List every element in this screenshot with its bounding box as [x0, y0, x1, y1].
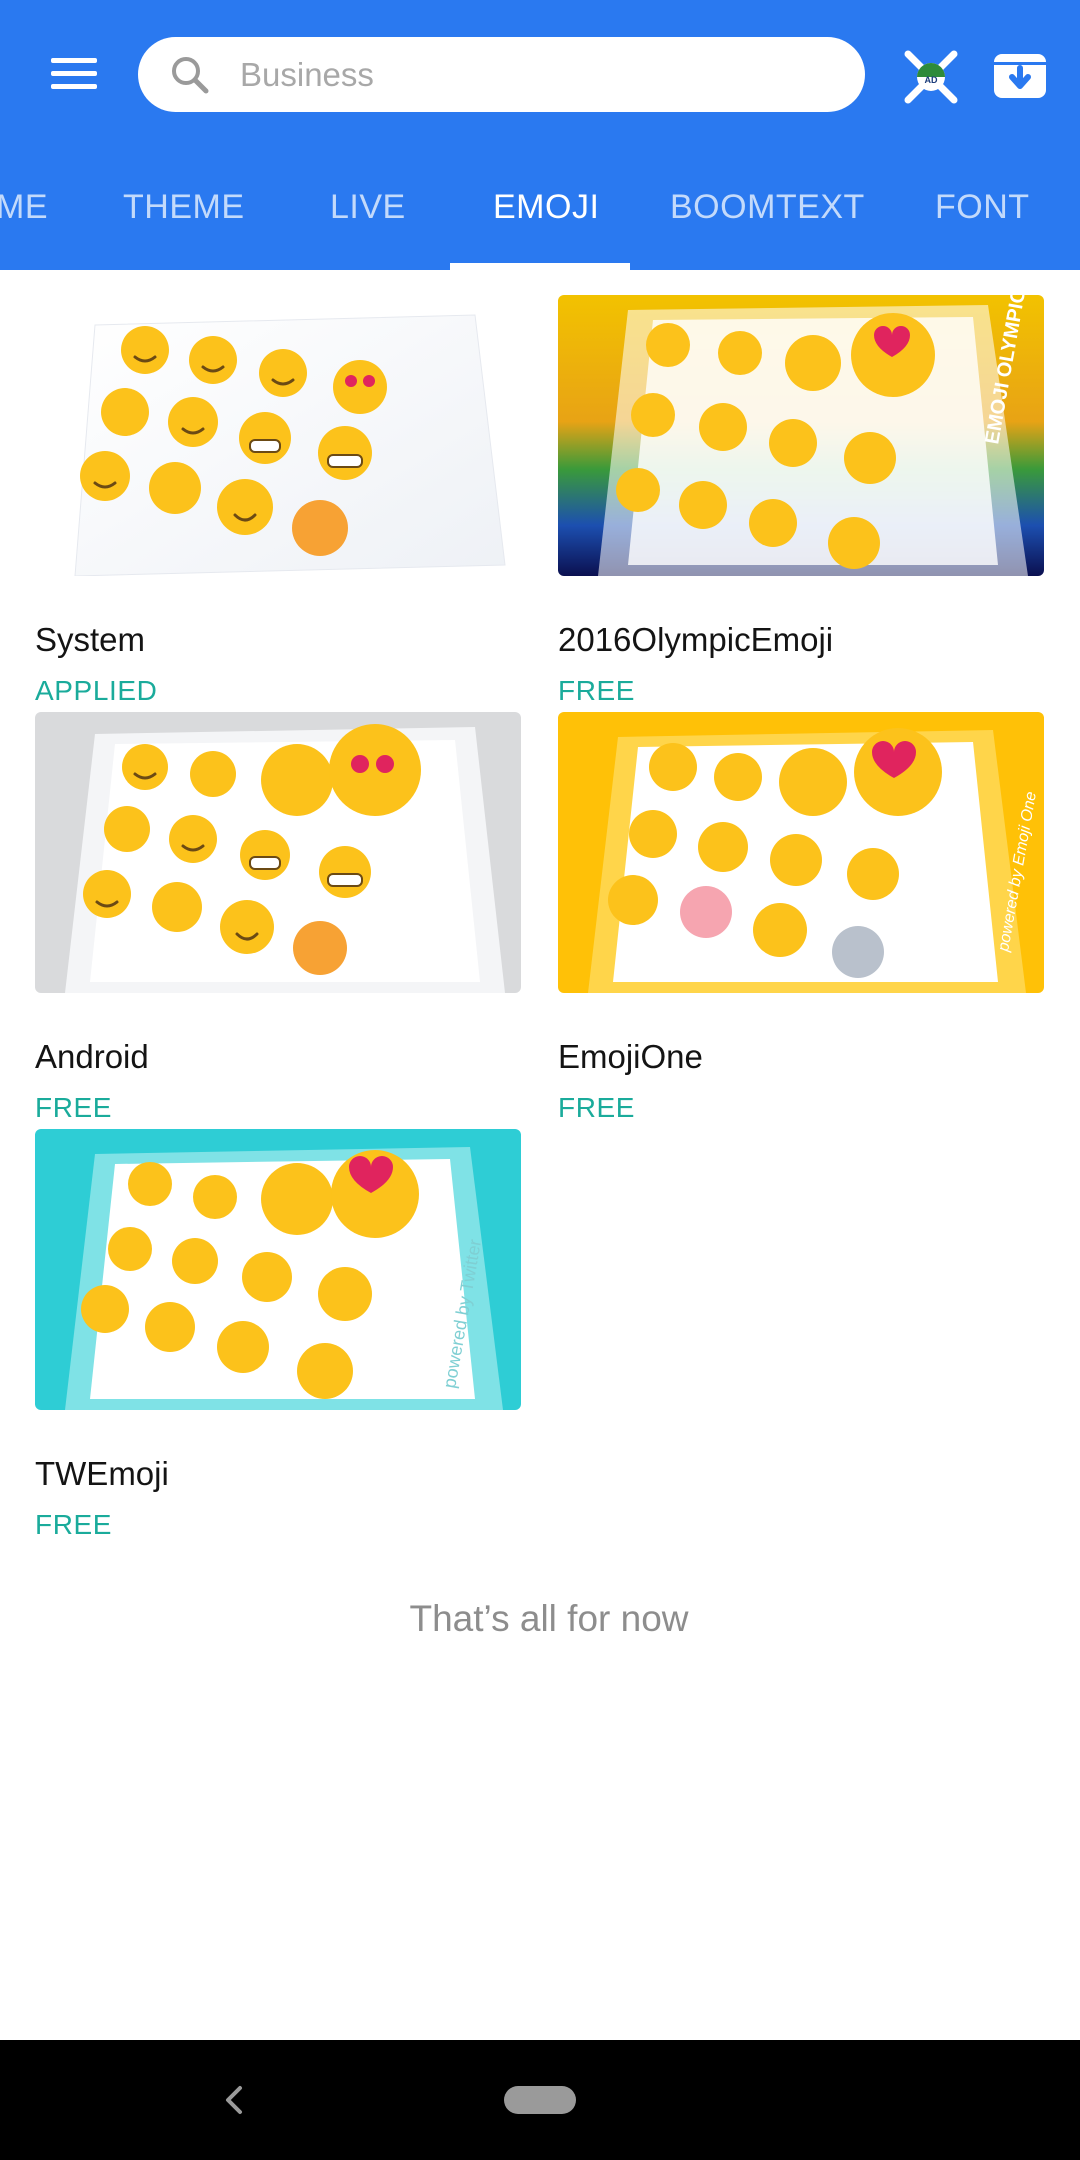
category-tabs: ME THEME LIVE EMOJI BOOMTEXT FONT — [0, 160, 1080, 270]
search-icon — [172, 57, 209, 94]
remove-ads-icon[interactable]: AD — [898, 46, 964, 106]
emoji-card-status: FREE — [558, 675, 636, 706]
tab-live[interactable]: LIVE — [330, 188, 406, 227]
emoji-card-title: 2016OlympicEmoji — [558, 621, 834, 658]
system-nav-bar — [0, 2040, 1080, 2160]
emoji-card-status: FREE — [35, 1092, 113, 1123]
tab-me[interactable]: ME — [0, 188, 48, 227]
tab-boomtext[interactable]: BOOMTEXT — [670, 188, 865, 227]
menu-button[interactable] — [40, 44, 110, 104]
app-bar: AD ME THEME LIVE EMOJI BOOMTEXT FONT — [0, 0, 1080, 270]
emoji-card-status: FREE — [558, 1092, 636, 1123]
emoji-card-title: Android — [35, 1038, 149, 1075]
end-of-list-note: That’s all for now — [409, 1598, 689, 1639]
emoji-preview-2016olympicemoji: EMOJI OLYMPICS — [558, 295, 1044, 576]
emoji-card-status: FREE — [35, 1509, 113, 1540]
emoji-preview-system — [35, 295, 521, 576]
tab-font[interactable]: FONT — [935, 188, 1030, 227]
search-bar[interactable] — [138, 37, 865, 112]
emoji-preview-twemoji: powered by Twitter — [35, 1129, 521, 1410]
emoji-card-title: TWEmoji — [35, 1455, 169, 1492]
search-input[interactable] — [240, 49, 820, 101]
emoji-card-title: System — [35, 621, 146, 658]
download-box-icon[interactable] — [988, 46, 1052, 106]
emoji-preview-emojione: powered by Emoji One — [558, 712, 1044, 993]
emoji-preview-android — [35, 712, 521, 993]
emoji-card-title: EmojiOne — [558, 1038, 703, 1075]
tab-emoji[interactable]: EMOJI — [493, 188, 599, 227]
back-icon[interactable] — [216, 2076, 252, 2124]
emoji-card-status: APPLIED — [35, 675, 158, 706]
home-pill[interactable] — [504, 2086, 576, 2114]
active-tab-indicator — [450, 263, 630, 270]
svg-text:AD: AD — [925, 75, 938, 85]
tab-theme[interactable]: THEME — [123, 188, 245, 227]
